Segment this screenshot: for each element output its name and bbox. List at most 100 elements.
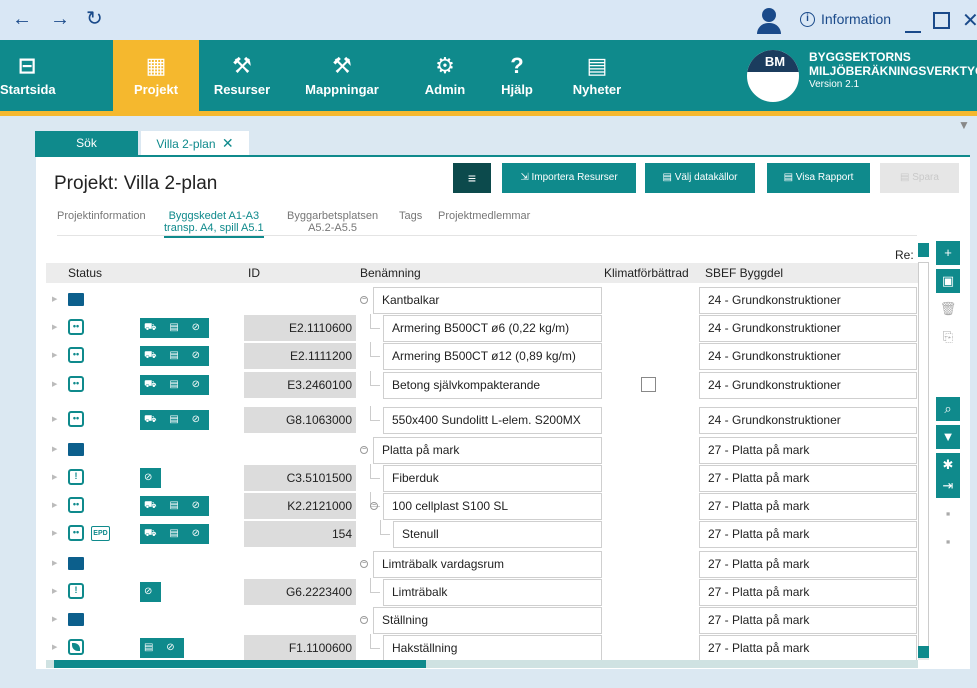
folder-icon[interactable]: ▪	[936, 502, 960, 526]
nav-startsida[interactable]: ⊟ Startsida	[0, 40, 56, 111]
row-expand-icon[interactable]: ▶	[52, 559, 57, 567]
climate-checkbox[interactable]	[641, 377, 656, 392]
nav-admin[interactable]: ⚙ Admin	[420, 40, 470, 111]
name-cell[interactable]: Kantbalkar	[373, 287, 602, 314]
close-icon[interactable]: ✕	[962, 8, 977, 33]
table-row[interactable]: ▶! ⊘ G6.2223400 Limträbalk 27 - Platta på ma…	[46, 578, 918, 606]
sbef-cell[interactable]: 27 - Platta på mark	[699, 465, 917, 492]
scroll-down-button[interactable]	[918, 646, 929, 658]
sbef-cell[interactable]: 27 - Platta på mark	[699, 579, 917, 606]
user-icon[interactable]	[757, 8, 781, 34]
row-tools[interactable]: ⛟ ▤ ⊘	[140, 410, 209, 430]
subtab-tags[interactable]: Tags	[399, 210, 422, 222]
subtab-byggskedet[interactable]: Byggskedet A1-A3 transp. A4, spill A5.1	[164, 210, 264, 238]
row-expand-icon[interactable]: ▶	[52, 351, 57, 359]
table-row[interactable]: ▶ •• ⛟ ▤ ⊘ E2.1111200 Armering B500CT ø12 (0…	[46, 342, 918, 370]
sbef-cell[interactable]: 24 - Grundkonstruktioner	[699, 315, 917, 342]
table-row[interactable]: ▶ − Platta på mark 27 - Platta på mark	[46, 436, 918, 464]
search-icon[interactable]: ⌕	[936, 397, 960, 421]
row-expand-icon[interactable]: ▶	[52, 587, 57, 595]
name-cell[interactable]: Armering B500CT ø12 (0,89 kg/m)	[383, 343, 602, 370]
save-button[interactable]: ▤ Spara	[880, 163, 959, 193]
information-button[interactable]: i Information	[800, 11, 891, 27]
nav-projekt[interactable]: ▦ Projekt	[113, 40, 199, 111]
maximize-button[interactable]	[933, 12, 950, 29]
delete-icon[interactable]: 🗑	[936, 297, 960, 321]
horizontal-scrollbar[interactable]	[46, 660, 918, 668]
chevron-down-icon[interactable]: ▼	[958, 118, 970, 132]
row-tools[interactable]: ⛟ ▤ ⊘	[140, 524, 209, 544]
scroll-up-button[interactable]	[918, 243, 929, 257]
folder-icon[interactable]: ▪	[936, 530, 960, 554]
sbef-cell[interactable]: 27 - Platta på mark	[699, 521, 917, 548]
name-cell[interactable]: Fiberduk	[383, 465, 602, 492]
nav-hjalp[interactable]: ? Hjälp	[494, 40, 540, 111]
sbef-cell[interactable]: 27 - Platta på mark	[699, 551, 917, 578]
tab-villa-2-plan[interactable]: Villa 2-plan ✕	[141, 131, 249, 155]
vertical-scrollbar[interactable]	[918, 262, 929, 660]
collapse-icon[interactable]: −	[370, 502, 378, 510]
row-tools[interactable]: ⛟ ▤ ⊘	[140, 318, 209, 338]
collapse-icon[interactable]: −	[360, 560, 368, 568]
scroll-thumb[interactable]	[918, 262, 929, 658]
row-tools[interactable]: ⛟ ▤ ⊘	[140, 496, 209, 516]
row-tools[interactable]: ⛟ ▤ ⊘	[140, 375, 209, 395]
sbef-cell[interactable]: 24 - Grundkonstruktioner	[699, 287, 917, 314]
table-row[interactable]: ▶ − Ställning 27 - Platta på mark	[46, 606, 918, 634]
column-header-name[interactable]: Benämning	[360, 266, 421, 280]
row-expand-icon[interactable]: ▶	[52, 415, 57, 423]
row-tools[interactable]: ⊘	[140, 582, 162, 602]
sbef-cell[interactable]: 27 - Platta på mark	[699, 635, 917, 662]
name-cell[interactable]: 100 cellplast S100 SL	[383, 493, 602, 520]
table-row[interactable]: ▶ •• ⛟ ▤ ⊘ G8.1063000 550x400 Sundolitt L-el…	[46, 406, 918, 434]
name-cell[interactable]: Limträbalk	[383, 579, 602, 606]
table-row[interactable]: ▶ •• EPD ⛟ ▤ ⊘ 154 Stenull 27 - Platta på mark	[46, 520, 918, 548]
row-tools[interactable]: ▤ ⊘	[140, 638, 184, 658]
table-row[interactable]: ▶ ▤ ⊘ F1.1100600 Hakställning 27 - Platta på…	[46, 634, 918, 662]
nav-mappningar[interactable]: ⚒ Mappningar	[298, 40, 386, 111]
row-expand-icon[interactable]: ▶	[52, 323, 57, 331]
name-cell[interactable]: Hakställning	[383, 635, 602, 662]
export-icon[interactable]: ⇥	[936, 474, 960, 498]
select-sources-button[interactable]: ▤ Välj datakällor	[645, 163, 755, 193]
name-cell[interactable]: Stenull	[393, 521, 602, 548]
row-expand-icon[interactable]: ▶	[52, 295, 57, 303]
back-icon[interactable]: ←	[12, 8, 32, 30]
close-icon[interactable]: ✕	[222, 135, 234, 151]
column-header-id[interactable]: ID	[248, 266, 260, 280]
subtab-projektinformation[interactable]: Projektinformation	[57, 210, 146, 222]
scroll-thumb[interactable]	[54, 660, 426, 668]
add-folder-icon[interactable]: ▣	[936, 269, 960, 293]
table-row[interactable]: ▶! ⊘ C3.5101500 Fiberduk 27 - Platta på mark	[46, 464, 918, 492]
row-tools[interactable]: ⛟ ▤ ⊘	[140, 346, 209, 366]
sbef-cell[interactable]: 27 - Platta på mark	[699, 607, 917, 634]
subtab-projektmedlemmar[interactable]: Projektmedlemmar	[438, 210, 530, 222]
row-tools[interactable]: ⊘	[140, 468, 162, 488]
row-expand-icon[interactable]: ▶	[52, 501, 57, 509]
table-row[interactable]: ▶ •• ⛟ ▤ ⊘ E3.2460100 Betong självkompaktera…	[46, 371, 918, 399]
row-expand-icon[interactable]: ▶	[52, 445, 57, 453]
name-cell[interactable]: Betong självkompakterande	[383, 372, 602, 399]
name-cell[interactable]: Armering B500CT ø6 (0,22 kg/m)	[383, 315, 602, 342]
column-header-status[interactable]: Status	[68, 266, 102, 280]
name-cell[interactable]: Platta på mark	[373, 437, 602, 464]
name-cell[interactable]: Ställning	[373, 607, 602, 634]
tab-search[interactable]: Sök	[35, 131, 138, 155]
row-expand-icon[interactable]: ▶	[52, 473, 57, 481]
refresh-icon[interactable]: ↻	[86, 8, 103, 30]
name-cell[interactable]: 550x400 Sundolitt L-elem. S200MX	[383, 407, 602, 434]
row-expand-icon[interactable]: ▶	[52, 643, 57, 651]
sbef-cell[interactable]: 24 - Grundkonstruktioner	[699, 372, 917, 399]
collapse-icon[interactable]: −	[360, 446, 368, 454]
row-expand-icon[interactable]: ▶	[52, 380, 57, 388]
add-icon[interactable]: +	[936, 241, 960, 265]
subtab-byggarbetsplatsen[interactable]: Byggarbetsplatsen A5.2-A5.5	[287, 210, 378, 234]
menu-button[interactable]: ≡	[453, 163, 491, 193]
table-row[interactable]: ▶ •• ⛟ ▤ ⊘ K2.2121000 −100 cellplast S100 SL…	[46, 492, 918, 520]
minimize-button[interactable]	[905, 31, 921, 33]
show-report-button[interactable]: ▤ Visa Rapport	[767, 163, 870, 193]
import-resources-button[interactable]: ⇲ Importera Resurser	[502, 163, 636, 193]
sbef-cell[interactable]: 24 - Grundkonstruktioner	[699, 407, 917, 434]
sbef-cell[interactable]: 27 - Platta på mark	[699, 493, 917, 520]
column-header-climate[interactable]: Klimatförbättrad	[604, 266, 689, 280]
